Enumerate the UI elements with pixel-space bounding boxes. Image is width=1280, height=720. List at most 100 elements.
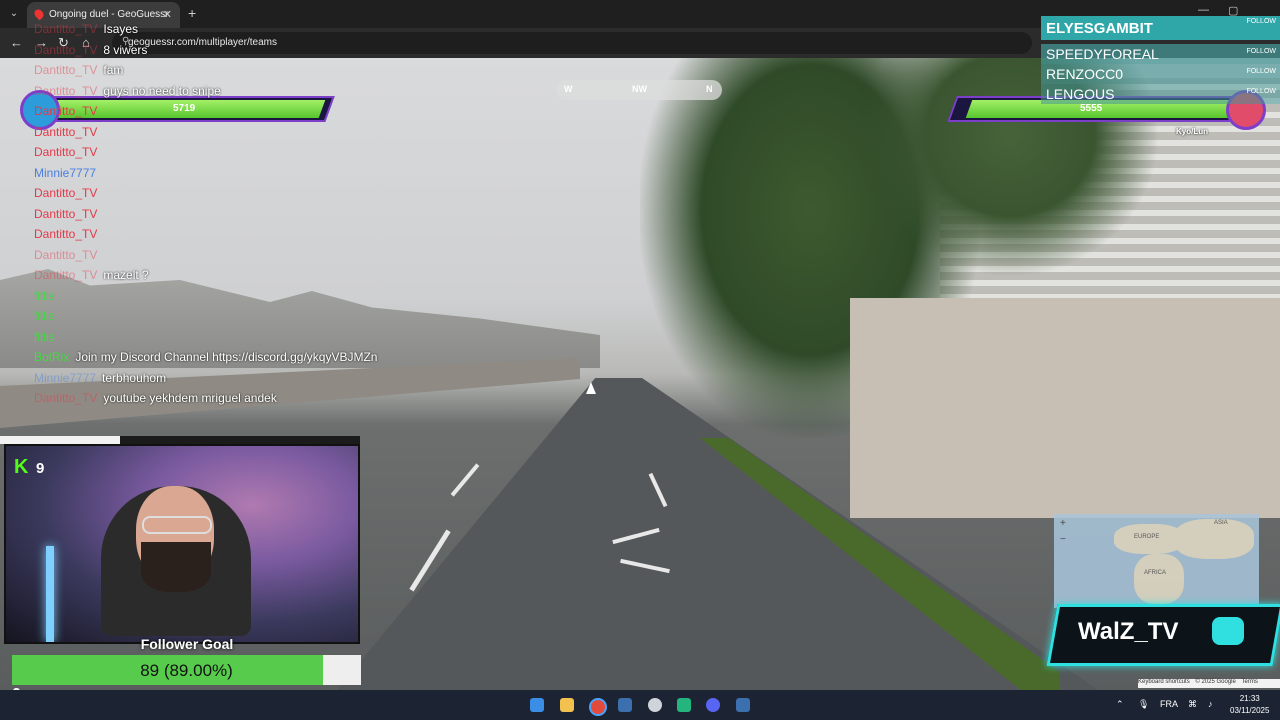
chat-username[interactable]: Dantitto_TV bbox=[34, 145, 97, 159]
start-icon[interactable] bbox=[530, 698, 544, 712]
chat-message: Dantitto_TV Isayes bbox=[34, 22, 138, 36]
url-text: geoguessr.com/multiplayer/teams bbox=[128, 37, 277, 48]
copyright-text: © 2025 Google bbox=[1195, 679, 1236, 685]
chat-username[interactable]: Dantitto_TV bbox=[34, 125, 97, 139]
windows-taskbar: ⌃ 🎙 FRA ⌘ ♪ 21:33 03/11/2025 bbox=[0, 690, 1280, 720]
follower-goal-bar: 89 (89.00%) bbox=[12, 655, 361, 685]
address-bar[interactable]: ⚲ geoguessr.com/multiplayer/teams bbox=[112, 32, 1032, 54]
volume-icon[interactable]: ♪ bbox=[1208, 699, 1213, 709]
keyboard-shortcuts-link[interactable]: Keyboard shortcuts bbox=[1138, 679, 1190, 685]
chat-username[interactable]: fitlis bbox=[34, 289, 55, 303]
chat-message: Dantitto_TV bbox=[34, 186, 103, 200]
chat-username[interactable]: Dantitto_TV bbox=[34, 227, 97, 241]
clock-date: 03/11/2025 bbox=[1230, 706, 1270, 715]
team-player-list: ELYESGAMBIT FOLLOW SPEEDYFOREAL FOLLOW R… bbox=[1041, 16, 1280, 104]
network-icon[interactable]: ⌘ bbox=[1188, 699, 1197, 710]
minimize-icon[interactable]: — bbox=[1198, 4, 1209, 16]
lane-marking bbox=[450, 463, 480, 497]
chat-message: fitlis bbox=[34, 330, 61, 344]
chat-message: Dantitto_TV bbox=[34, 207, 103, 221]
chat-username[interactable]: Dantitto_TV bbox=[34, 22, 97, 36]
chat-username[interactable]: Dantitto_TV bbox=[34, 186, 97, 200]
chat-message: Dantitto_TV fam bbox=[34, 63, 123, 77]
chat-message: Dantitto_TV bbox=[34, 104, 103, 118]
file-explorer-icon[interactable] bbox=[560, 698, 574, 712]
chat-message: Dantitto_TV bbox=[34, 227, 103, 241]
steam-icon[interactable] bbox=[618, 698, 632, 712]
team-player-row: SPEEDYFOREAL FOLLOW bbox=[1041, 44, 1280, 64]
compass-west: W bbox=[564, 84, 573, 94]
tray-overflow-icon[interactable]: ⌃ bbox=[1116, 699, 1124, 710]
chat-message: Dantitto_TV mazelt ? bbox=[34, 268, 149, 282]
chat-username[interactable]: Dantitto_TV bbox=[34, 248, 97, 262]
chat-username[interactable]: Dantitto_TV bbox=[34, 84, 97, 98]
tab-search-icon[interactable]: ⌄ bbox=[5, 6, 23, 22]
chat-username[interactable]: Minnie7777 bbox=[34, 166, 96, 180]
map-label: ASIA bbox=[1214, 520, 1228, 526]
map-label: AFRICA bbox=[1144, 570, 1167, 576]
guess-minimap[interactable]: + − EUROPE ASIA AFRICA bbox=[1054, 514, 1259, 608]
chat-username[interactable]: Minnie7777 bbox=[34, 371, 96, 385]
close-tab-icon[interactable]: ✕ bbox=[163, 8, 172, 21]
google-footer: Keyboard shortcuts © 2025 Google Terms bbox=[1138, 679, 1280, 688]
chat-username[interactable]: fitlis bbox=[34, 309, 55, 323]
right-team-tag: Kyo/Lun bbox=[1176, 127, 1208, 136]
compass: W NW N bbox=[556, 80, 722, 100]
follow-button[interactable]: FOLLOW bbox=[1246, 18, 1276, 25]
clock-time: 21:33 bbox=[1239, 694, 1260, 703]
chat-text: guys no need to snipe bbox=[103, 83, 221, 98]
chat-text: 8 viwers bbox=[103, 42, 148, 57]
microphone-icon[interactable]: 🎙 bbox=[1138, 699, 1149, 710]
follower-goal-label: 89 (89.00%) bbox=[140, 661, 233, 680]
left-team-score: 5719 bbox=[173, 103, 196, 114]
discord-icon[interactable] bbox=[706, 698, 720, 712]
chat-message: Dantitto_TV youtube yekhdem mriguel andek bbox=[34, 391, 277, 405]
chat-message: Minnie7777 terbhouhom bbox=[34, 371, 166, 385]
settings-icon[interactable] bbox=[648, 698, 662, 712]
zoom-in-icon[interactable]: + bbox=[1060, 518, 1066, 529]
chat-username[interactable]: fitlis bbox=[34, 330, 55, 344]
taskbar-clock[interactable]: 21:33 03/11/2025 bbox=[1230, 693, 1269, 717]
team-player-row: LENGOUS FOLLOW bbox=[1041, 84, 1280, 104]
webcam-frame-top bbox=[0, 436, 360, 444]
chat-message: Dantitto_TV bbox=[34, 248, 103, 262]
player-name: LENGOUS bbox=[1046, 86, 1115, 102]
chat-username[interactable]: Dantitto_TV bbox=[34, 104, 97, 118]
mouse-cursor-icon bbox=[586, 382, 596, 394]
chat-username[interactable]: Dantitto_TV bbox=[34, 268, 97, 282]
follow-button[interactable]: FOLLOW bbox=[1246, 48, 1276, 55]
chat-message: Minnie7777 bbox=[34, 166, 102, 180]
follow-button[interactable]: FOLLOW bbox=[1246, 88, 1276, 95]
chat-username[interactable]: Dantitto_TV bbox=[34, 391, 97, 405]
team-player-row: RENZOCC0 FOLLOW bbox=[1041, 64, 1280, 84]
map-land bbox=[1134, 554, 1184, 604]
terms-link[interactable]: Terms bbox=[1242, 679, 1258, 685]
streamer-name: WalZ_TV bbox=[1078, 618, 1179, 645]
chat-text: Join my Discord Channel https://discord.… bbox=[75, 350, 378, 364]
chat-username[interactable]: Dantitto_TV bbox=[34, 43, 97, 57]
follower-goal-title: Follower Goal bbox=[140, 636, 234, 652]
chat-text: youtube yekhdem mriguel andek bbox=[103, 391, 277, 405]
right-team-score: 5555 bbox=[1080, 103, 1103, 114]
back-arrow-icon[interactable]: ← bbox=[10, 35, 23, 50]
zoom-out-icon[interactable]: − bbox=[1060, 534, 1066, 545]
steam-icon[interactable] bbox=[736, 698, 750, 712]
chrome-icon[interactable] bbox=[589, 698, 607, 716]
geoguessr-favicon-icon bbox=[32, 7, 46, 21]
app-icon[interactable] bbox=[677, 698, 691, 712]
compass-north: N bbox=[706, 84, 713, 94]
compass-northwest: NW bbox=[632, 84, 647, 94]
chat-message: fitlis bbox=[34, 289, 61, 303]
kick-logo-icon: K bbox=[14, 456, 29, 478]
chat-text: fam bbox=[103, 63, 124, 77]
chat-text: mazelt ? bbox=[103, 268, 149, 282]
chat-username[interactable]: BotRix bbox=[34, 350, 69, 364]
streamer-glasses bbox=[142, 516, 212, 534]
concrete-wall bbox=[850, 298, 1280, 518]
chat-username[interactable]: Dantitto_TV bbox=[34, 207, 97, 221]
chat-message: fitlis bbox=[34, 309, 61, 323]
new-tab-plus-icon[interactable]: + bbox=[188, 5, 196, 21]
follow-button[interactable]: FOLLOW bbox=[1246, 68, 1276, 75]
language-indicator[interactable]: FRA bbox=[1160, 699, 1178, 709]
chat-username[interactable]: Dantitto_TV bbox=[34, 63, 97, 77]
